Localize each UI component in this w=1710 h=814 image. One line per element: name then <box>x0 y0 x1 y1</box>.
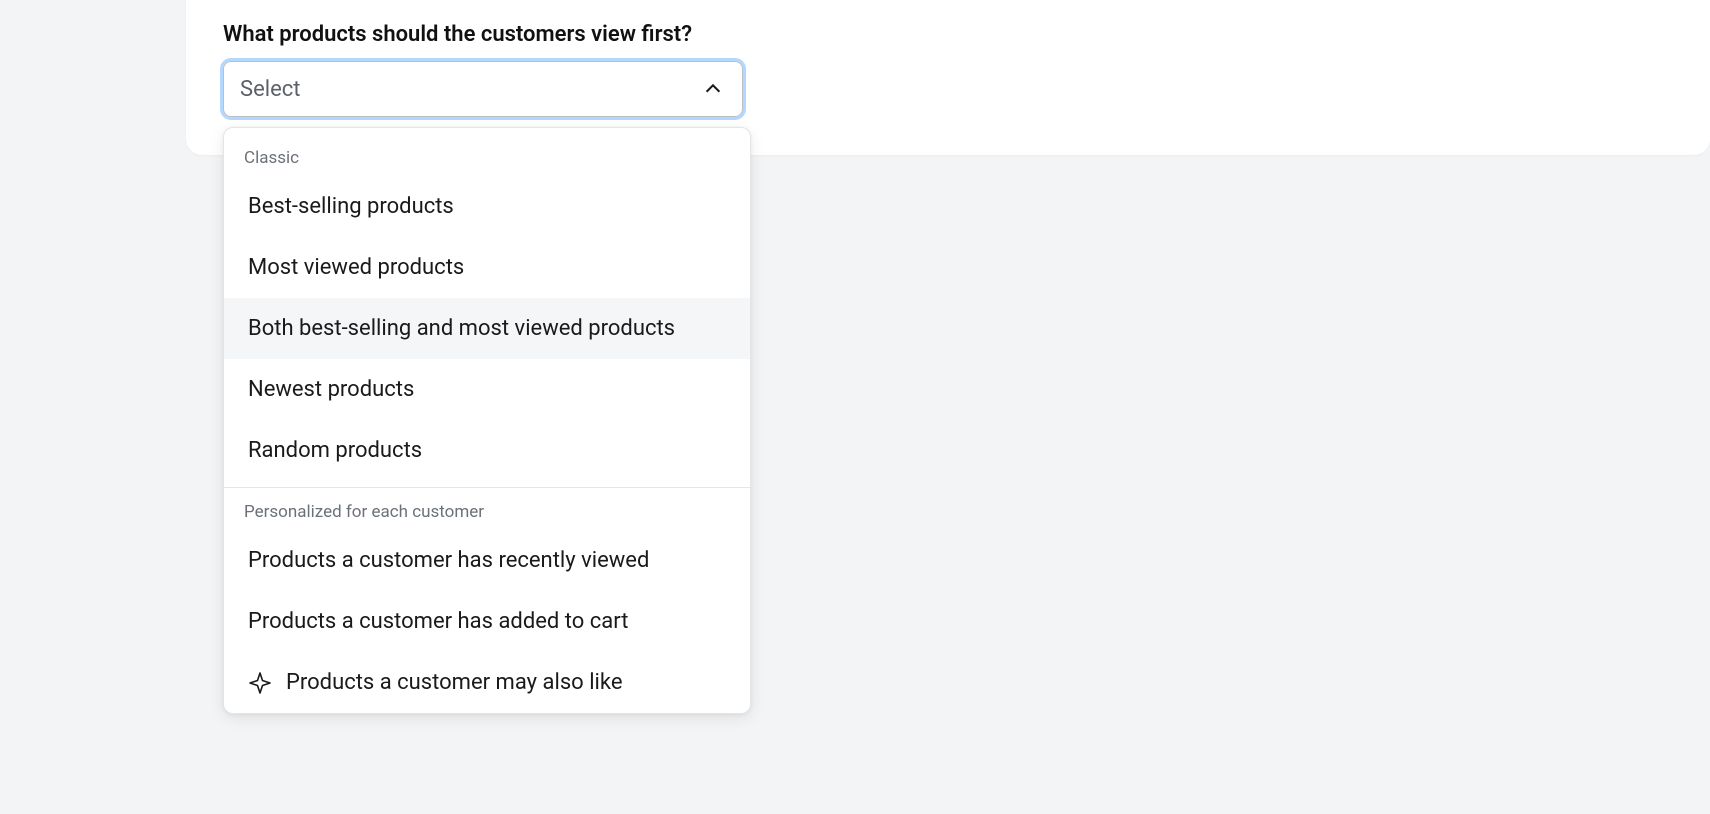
dropdown-option-label: Best-selling products <box>248 194 454 219</box>
select-placeholder: Select <box>240 77 300 102</box>
product-sort-dropdown: Classic Best-selling products Most viewed … <box>223 127 751 714</box>
settings-card: What products should the customers view … <box>186 0 1710 155</box>
chevron-up-icon <box>702 78 724 100</box>
dropdown-option-label: Most viewed products <box>248 255 464 280</box>
dropdown-option[interactable]: Newest products <box>224 359 750 420</box>
dropdown-group-header: Personalized for each customer <box>224 488 750 530</box>
dropdown-option-label: Random products <box>248 438 422 463</box>
dropdown-option-label: Products a customer has added to cart <box>248 609 628 634</box>
dropdown-option-label: Products a customer may also like <box>286 670 623 695</box>
dropdown-option[interactable]: Products a customer has added to cart <box>224 591 750 652</box>
dropdown-option[interactable]: Products a customer may also like <box>224 652 750 713</box>
dropdown-option[interactable]: Products a customer has recently viewed <box>224 530 750 591</box>
product-sort-select[interactable]: Select <box>223 61 743 117</box>
dropdown-option-label: Both best-selling and most viewed produc… <box>248 316 675 341</box>
dropdown-option[interactable]: Most viewed products <box>224 237 750 298</box>
dropdown-option-label: Products a customer has recently viewed <box>248 548 649 573</box>
dropdown-option-label: Newest products <box>248 377 414 402</box>
dropdown-option[interactable]: Best-selling products <box>224 176 750 237</box>
dropdown-option[interactable]: Random products <box>224 420 750 481</box>
dropdown-option[interactable]: Both best-selling and most viewed produc… <box>224 298 750 359</box>
dropdown-group-header: Classic <box>224 134 750 176</box>
sparkle-icon <box>248 671 272 695</box>
field-label: What products should the customers view … <box>223 22 1673 47</box>
product-sort-select-wrapper: Select ClassicBest-selling productsMost … <box>223 61 743 117</box>
